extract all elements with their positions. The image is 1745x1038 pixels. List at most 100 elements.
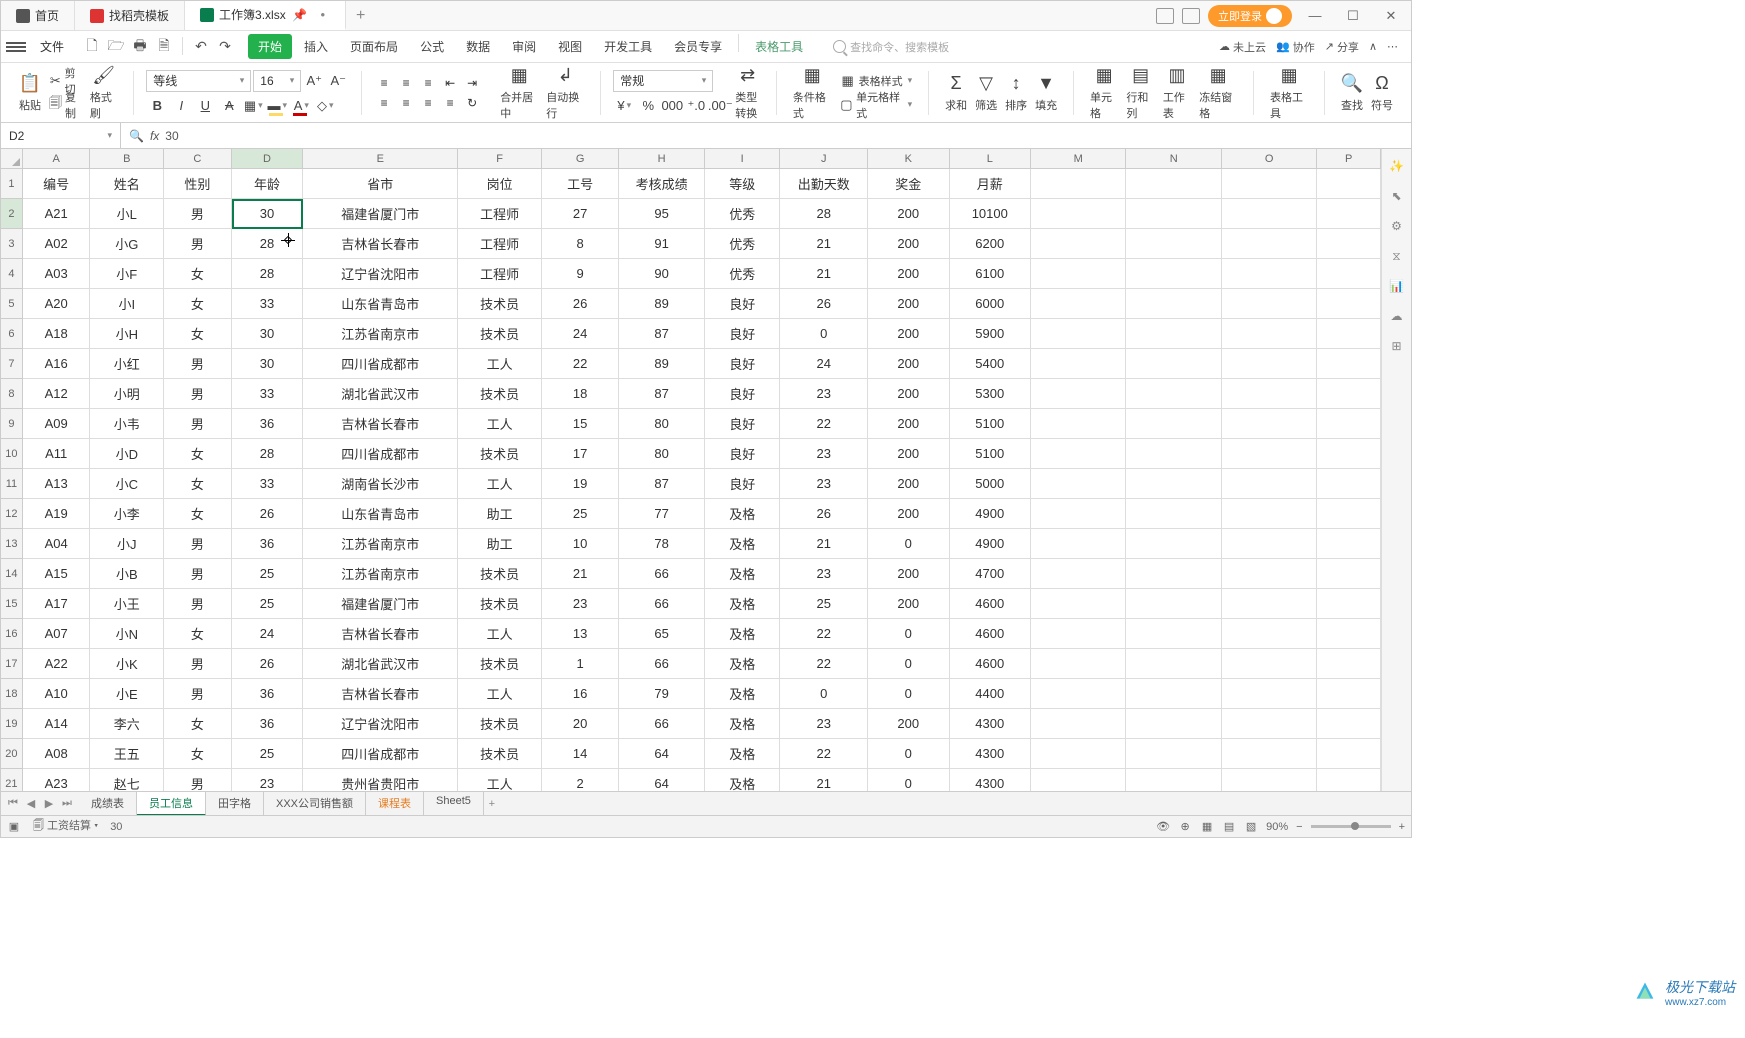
cell[interactable]: 工人 (458, 349, 542, 379)
cell[interactable]: 赵七 (90, 769, 164, 791)
row-header[interactable]: 19 (1, 709, 23, 739)
cell[interactable] (1317, 709, 1381, 739)
fx-search-icon[interactable]: 🔍 (129, 129, 144, 143)
cell[interactable] (1126, 439, 1221, 469)
cell[interactable]: 及格 (705, 499, 781, 529)
number-format-select[interactable]: 常规▾ (613, 70, 713, 92)
cell[interactable]: 23 (780, 469, 867, 499)
cell[interactable]: 200 (868, 379, 950, 409)
menu-formula[interactable]: 公式 (410, 34, 454, 59)
redo-icon[interactable]: ↷ (215, 37, 235, 57)
cell[interactable]: 23 (780, 439, 867, 469)
menu-start[interactable]: 开始 (248, 34, 292, 59)
cell[interactable]: 200 (868, 439, 950, 469)
cell[interactable]: 200 (868, 259, 950, 289)
add-sheet-button[interactable]: + (484, 794, 500, 814)
cell[interactable]: 及格 (705, 739, 781, 769)
align-center-icon[interactable]: ≡ (396, 94, 416, 112)
cell[interactable] (1222, 199, 1317, 229)
cell[interactable]: 18 (542, 379, 620, 409)
border-button[interactable]: ▦▾ (242, 96, 264, 116)
cell[interactable]: A15 (23, 559, 91, 589)
cell[interactable]: 四川省成都市 (303, 739, 458, 769)
cell[interactable]: 200 (868, 469, 950, 499)
menu-review[interactable]: 审阅 (502, 34, 546, 59)
cell[interactable]: 80 (619, 409, 705, 439)
find-button[interactable]: 🔍查找 (1337, 71, 1367, 115)
cell[interactable]: 小C (90, 469, 164, 499)
cell[interactable]: 工人 (458, 769, 542, 791)
row-header[interactable]: 6 (1, 319, 23, 349)
fill-color-button[interactable]: ▬▾ (266, 96, 288, 116)
cell[interactable]: 200 (868, 559, 950, 589)
row-header[interactable]: 14 (1, 559, 23, 589)
cell[interactable]: 女 (164, 709, 232, 739)
cell[interactable] (1031, 439, 1126, 469)
cell[interactable]: 小K (90, 649, 164, 679)
sort-button[interactable]: ↕排序 (1001, 71, 1031, 115)
cell[interactable]: 28 (232, 439, 304, 469)
sheet-tab[interactable]: Sheet5 (424, 792, 484, 816)
cell[interactable] (1222, 289, 1317, 319)
row-header[interactable]: 11 (1, 469, 23, 499)
cell[interactable]: 87 (619, 379, 705, 409)
col-header-G[interactable]: G (542, 149, 620, 169)
sp-backup-icon[interactable]: ☁ (1388, 307, 1406, 325)
cell[interactable]: 36 (232, 709, 304, 739)
cell[interactable] (1126, 349, 1221, 379)
cell-style-button[interactable]: ▢单元格样式▾ (836, 94, 917, 116)
cell[interactable]: 30 (232, 199, 304, 229)
cell[interactable]: 女 (164, 289, 232, 319)
cell[interactable]: 性别 (164, 169, 232, 199)
cell[interactable]: 25 (232, 559, 304, 589)
menu-data[interactable]: 数据 (456, 34, 500, 59)
cell[interactable] (1222, 769, 1317, 791)
cell[interactable] (1031, 259, 1126, 289)
cell[interactable]: 200 (868, 289, 950, 319)
cell[interactable]: 0 (868, 529, 950, 559)
cell[interactable]: 4700 (950, 559, 1032, 589)
maximize-button[interactable]: ☐ (1338, 1, 1368, 31)
cell[interactable]: 工人 (458, 469, 542, 499)
cell[interactable] (1031, 169, 1126, 199)
cell[interactable]: 24 (780, 349, 867, 379)
cell[interactable]: 4400 (950, 679, 1032, 709)
sp-analytic-icon[interactable]: 📊 (1388, 277, 1406, 295)
cell[interactable]: 小韦 (90, 409, 164, 439)
cell[interactable]: A23 (23, 769, 91, 791)
cell[interactable]: 吉林省长春市 (303, 619, 458, 649)
cell[interactable]: 及格 (705, 649, 781, 679)
cell[interactable]: 技术员 (458, 589, 542, 619)
cell[interactable]: 36 (232, 409, 304, 439)
sheet-tab[interactable]: 员工信息 (137, 792, 206, 816)
cell[interactable]: 优秀 (705, 229, 781, 259)
cell[interactable]: 4600 (950, 619, 1032, 649)
cell[interactable]: 助工 (458, 529, 542, 559)
col-header-N[interactable]: N (1126, 149, 1221, 169)
row-header[interactable]: 18 (1, 679, 23, 709)
cell[interactable]: 66 (619, 709, 705, 739)
sheet-tab[interactable]: 田字格 (206, 792, 264, 816)
cell[interactable]: 89 (619, 289, 705, 319)
cell[interactable]: 200 (868, 409, 950, 439)
cell[interactable] (1222, 619, 1317, 649)
cell[interactable]: 年龄 (232, 169, 304, 199)
format-painter-button[interactable]: 🖌 格式刷 (86, 63, 122, 123)
bold-button[interactable]: B (146, 96, 168, 116)
sheet-last-icon[interactable]: ⏭ (59, 794, 75, 814)
cell[interactable] (1317, 199, 1381, 229)
sheet-tab[interactable]: 课程表 (366, 792, 424, 816)
cell[interactable]: 技术员 (458, 709, 542, 739)
cell[interactable]: 技术员 (458, 319, 542, 349)
cell[interactable] (1126, 559, 1221, 589)
cell[interactable]: 25 (780, 589, 867, 619)
cell[interactable] (1222, 709, 1317, 739)
fx-icon[interactable]: fx (150, 129, 159, 143)
cell[interactable]: 及格 (705, 559, 781, 589)
cell[interactable]: 33 (232, 289, 304, 319)
col-header-C[interactable]: C (164, 149, 232, 169)
cell[interactable] (1126, 319, 1221, 349)
cell[interactable] (1031, 379, 1126, 409)
cell[interactable]: 15 (542, 409, 620, 439)
cell[interactable] (1031, 559, 1126, 589)
